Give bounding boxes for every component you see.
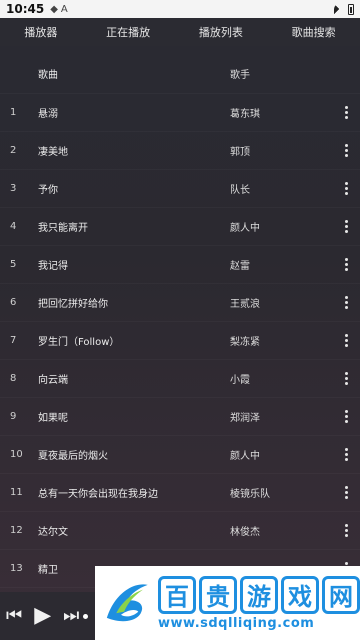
song-row[interactable]: 9 如果呢 郑润泽 <box>0 398 360 436</box>
more-options-icon[interactable] <box>332 372 360 385</box>
song-number: 7 <box>10 335 17 346</box>
song-title: 予你 <box>38 185 58 196</box>
song-title: 悬溺 <box>38 109 58 120</box>
song-number: 5 <box>10 259 17 270</box>
tab-song-search[interactable]: 歌曲搜索 <box>288 18 340 46</box>
song-artist: 梨冻紧 <box>230 337 260 348</box>
song-artist: 王贰浪 <box>230 299 260 310</box>
song-title: 总有一天你会出现在我身边 <box>38 489 158 500</box>
previous-icon[interactable]: ⏮ <box>6 607 22 625</box>
song-artist: 小霞 <box>230 375 250 386</box>
text-icon: A <box>60 3 68 15</box>
song-artist: 队长 <box>230 185 250 196</box>
shield-icon: ◆ <box>50 3 58 15</box>
next-icon[interactable]: ⏭ <box>63 607 79 625</box>
watermark-title: 百 贵 游 戏 网 <box>158 575 360 614</box>
song-row[interactable]: 2 凄美地 郭顶 <box>0 132 360 170</box>
song-number: 12 <box>10 525 23 536</box>
song-artist: 林俊杰 <box>230 527 260 538</box>
song-number: 3 <box>10 183 17 194</box>
song-title: 向云端 <box>38 375 68 386</box>
more-options-icon[interactable] <box>332 448 360 461</box>
progress-handle[interactable] <box>83 613 89 619</box>
song-title: 罗生门（Follow） <box>38 337 120 348</box>
song-artist: 郑润泽 <box>230 413 260 424</box>
song-row[interactable]: 3 予你 队长 <box>0 170 360 208</box>
more-options-icon[interactable] <box>332 258 360 271</box>
status-time: 10:45 <box>6 2 45 16</box>
tab-now-playing[interactable]: 正在播放 <box>102 18 154 46</box>
song-title: 我只能离开 <box>38 223 88 234</box>
more-options-icon[interactable] <box>332 182 360 195</box>
more-options-icon[interactable] <box>332 486 360 499</box>
song-title: 凄美地 <box>38 147 68 158</box>
play-icon[interactable]: ▶ <box>34 605 51 627</box>
watermark: 百 贵 游 戏 网 www.sdqlliqing.com <box>95 566 360 640</box>
more-options-icon[interactable] <box>332 144 360 157</box>
song-artist: 颜人中 <box>230 223 260 234</box>
watermark-url: www.sdqlliqing.com <box>158 615 315 631</box>
song-number: 13 <box>10 563 23 574</box>
tab-player[interactable]: 播放器 <box>20 18 61 46</box>
wifi-icon <box>334 4 344 14</box>
song-number: 2 <box>10 145 17 156</box>
song-artist: 棱镜乐队 <box>230 489 270 500</box>
more-options-icon[interactable] <box>332 296 360 309</box>
song-title: 把回忆拼好给你 <box>38 299 108 310</box>
song-list: 歌曲 歌手 1 悬溺 葛东琪 2 凄美地 郭顶 3 予你 队长 4 我只能离开 … <box>0 54 360 588</box>
status-bar: 10:45 ◆ A <box>0 0 360 18</box>
song-title: 如果呢 <box>38 413 68 424</box>
song-row[interactable]: 10 夏夜最后的烟火 颜人中 <box>0 436 360 474</box>
song-row[interactable]: 8 向云端 小霞 <box>0 360 360 398</box>
battery-icon <box>348 3 354 15</box>
song-title: 夏夜最后的烟火 <box>38 451 108 462</box>
song-row[interactable]: 11 总有一天你会出现在我身边 棱镜乐队 <box>0 474 360 512</box>
song-number: 1 <box>10 107 17 118</box>
more-options-icon[interactable] <box>332 220 360 233</box>
song-artist: 郭顶 <box>230 147 250 158</box>
list-header: 歌曲 歌手 <box>0 54 360 94</box>
song-number: 10 <box>10 449 23 460</box>
more-options-icon[interactable] <box>332 524 360 537</box>
song-number: 4 <box>10 221 17 232</box>
header-title: 歌曲 <box>38 70 58 81</box>
tab-playlist[interactable]: 播放列表 <box>195 18 247 46</box>
song-number: 11 <box>10 487 23 498</box>
more-options-icon[interactable] <box>332 410 360 423</box>
song-title: 我记得 <box>38 261 68 272</box>
song-artist: 葛东琪 <box>230 109 260 120</box>
watermark-logo <box>106 584 148 622</box>
song-row[interactable]: 7 罗生门（Follow） 梨冻紧 <box>0 322 360 360</box>
song-number: 8 <box>10 373 17 384</box>
more-options-icon[interactable] <box>332 334 360 347</box>
top-tabs: 播放器 正在播放 播放列表 歌曲搜索 <box>0 18 360 46</box>
song-row[interactable]: 12 达尔文 林俊杰 <box>0 512 360 550</box>
song-number: 9 <box>10 411 17 422</box>
song-row[interactable]: 5 我记得 赵雷 <box>0 246 360 284</box>
song-title: 达尔文 <box>38 527 68 538</box>
song-row[interactable]: 6 把回忆拼好给你 王贰浪 <box>0 284 360 322</box>
song-row[interactable]: 1 悬溺 葛东琪 <box>0 94 360 132</box>
song-row[interactable]: 4 我只能离开 颜人中 <box>0 208 360 246</box>
song-artist: 赵雷 <box>230 261 250 272</box>
song-artist: 颜人中 <box>230 451 260 462</box>
header-artist: 歌手 <box>230 70 250 81</box>
song-number: 6 <box>10 297 17 308</box>
more-options-icon[interactable] <box>332 106 360 119</box>
